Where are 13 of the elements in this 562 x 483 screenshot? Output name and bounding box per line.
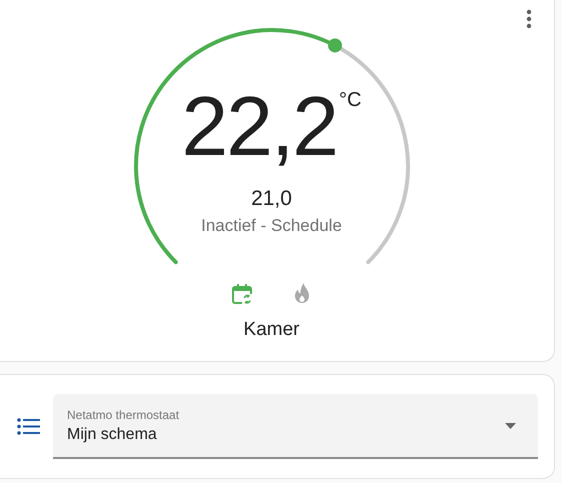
more-options-icon[interactable] bbox=[526, 9, 532, 29]
schedule-select[interactable]: Netatmo thermostaat Mijn schema bbox=[53, 394, 538, 459]
dropdown-caret-icon[interactable] bbox=[505, 422, 516, 428]
target-temperature: 21,0 bbox=[251, 188, 292, 209]
gauge-thumb[interactable] bbox=[328, 38, 342, 52]
schedule-icon[interactable] bbox=[230, 282, 254, 306]
current-temperature: 22,2 bbox=[182, 84, 338, 168]
select-value: Mijn schema bbox=[67, 426, 158, 442]
status-text: Inactief - Schedule bbox=[201, 217, 342, 234]
list-icon bbox=[17, 418, 40, 435]
thermostat-name: Kamer bbox=[244, 320, 300, 339]
select-label: Netatmo thermostaat bbox=[67, 408, 180, 420]
temperature-unit: °C bbox=[339, 90, 362, 110]
